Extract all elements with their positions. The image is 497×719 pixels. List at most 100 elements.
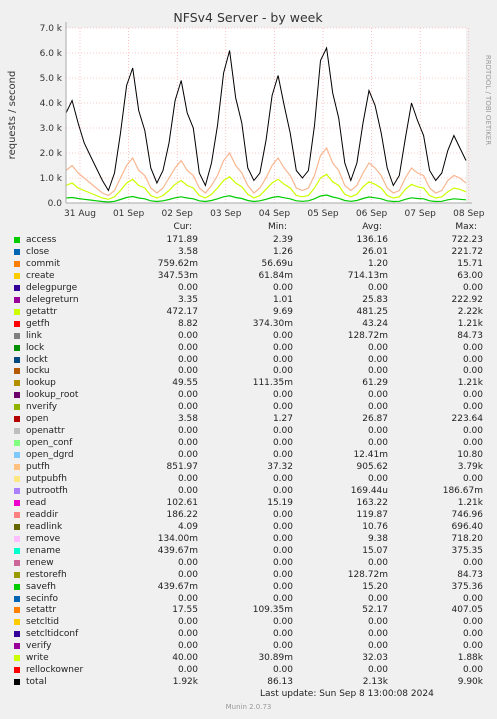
legend-cur-value: 8.82 xyxy=(177,318,198,329)
legend-row-access: access 171.89 2.39 136.16 722.23 xyxy=(0,235,497,247)
legend-swatch xyxy=(14,320,20,327)
legend-max-value: 9.90k xyxy=(457,677,483,688)
legend-min-value: 0.00 xyxy=(272,641,293,652)
legend-header-cur: Cur: xyxy=(173,222,192,232)
x-tick-label: 08 Sep xyxy=(453,209,485,219)
legend-swatch xyxy=(14,392,20,399)
legend-cur-value: 0.00 xyxy=(177,665,198,676)
legend-swatch xyxy=(14,523,20,530)
legend-avg-value: 0.00 xyxy=(367,557,388,568)
legend-swatch xyxy=(14,428,20,435)
legend-cur-value: 0.00 xyxy=(177,330,198,341)
legend-max-value: 407.05 xyxy=(451,605,484,616)
legend-swatch xyxy=(14,499,20,506)
legend-row-setcltidconf: setcltidconf 0.00 0.00 0.00 0.00 xyxy=(0,629,497,641)
legend-cur-value: 0.00 xyxy=(177,593,198,604)
legend-name: close xyxy=(26,246,50,257)
legend-cur-value: 3.58 xyxy=(177,246,198,257)
legend-row-link: link 0.00 0.00 128.72m 84.73 xyxy=(0,331,497,343)
legend-cur-value: 0.00 xyxy=(177,617,198,628)
legend-name: setcltidconf xyxy=(26,629,79,640)
legend-avg-value: 52.17 xyxy=(362,605,388,616)
x-tick-label: 02 Sep xyxy=(162,209,194,219)
legend-swatch xyxy=(14,655,20,662)
legend-row-nverify: nverify 0.00 0.00 0.00 0.00 xyxy=(0,402,497,414)
munin-version: Munin 2.0.73 xyxy=(225,703,272,711)
legend-swatch xyxy=(14,571,20,578)
legend-name: write xyxy=(26,653,49,664)
legend-avg-value: 0.00 xyxy=(367,617,388,628)
legend-cur-value: 0.00 xyxy=(177,450,198,461)
y-tick-label: 4.0 k xyxy=(40,99,63,109)
legend-swatch xyxy=(14,260,20,267)
legend-avg-value: 0.00 xyxy=(367,402,388,413)
legend-row-getfh: getfh 8.82 374.30m 43.24 1.21k xyxy=(0,319,497,331)
legend-min-value: 0.00 xyxy=(272,665,293,676)
legend-row-lockt: lockt 0.00 0.00 0.00 0.00 xyxy=(0,355,497,367)
legend-avg-value: 0.00 xyxy=(367,665,388,676)
legend-avg-value: 0.00 xyxy=(367,390,388,401)
legend-max-value: 0.00 xyxy=(462,366,483,377)
legend-avg-value: 25.83 xyxy=(362,294,388,305)
legend-name: putfh xyxy=(26,462,50,473)
legend-swatch xyxy=(14,272,20,279)
legend-swatch xyxy=(14,476,20,482)
legend-avg-value: 43.24 xyxy=(362,318,388,329)
legend-avg-value: 26.87 xyxy=(362,414,388,425)
legend-swatch xyxy=(14,284,20,291)
legend-max-value: 186.67m xyxy=(442,485,483,496)
legend-max-value: 0.00 xyxy=(462,426,483,437)
legend-name: open_dgrd xyxy=(26,450,74,461)
legend-name: putpubfh xyxy=(26,474,67,484)
legend-min-value: 0.00 xyxy=(272,450,293,461)
legend-cur-value: 0.00 xyxy=(177,641,198,652)
legend-row-putpubfh: putpubfh 0.00 0.00 0.00 0.00 xyxy=(0,474,497,486)
legend-min-value: 0.00 xyxy=(272,282,293,293)
legend-name: rellockowner xyxy=(26,665,84,676)
legend-name: lockt xyxy=(26,354,48,365)
legend-row-remove: remove 134.00m 0.00 9.38 718.20 xyxy=(0,534,497,546)
legend-name: openattr xyxy=(26,426,65,437)
legend-row-locku: locku 0.00 0.00 0.00 0.00 xyxy=(0,366,497,378)
legend-header-avg: Avg: xyxy=(362,222,382,232)
legend-row-read: read 102.61 15.19 163.22 1.21k xyxy=(0,498,497,510)
legend-max-value: 0.00 xyxy=(462,342,483,353)
legend-cur-value: 439.67m xyxy=(157,545,198,556)
legend-name: restorefh xyxy=(26,569,67,580)
legend-max-value: 10.80 xyxy=(457,450,483,461)
legend-swatch xyxy=(14,380,20,387)
legend-name: open_conf xyxy=(26,438,73,449)
x-tick-label: 03 Sep xyxy=(210,209,242,219)
legend-swatch xyxy=(14,344,20,351)
legend-name: setcltid xyxy=(26,617,59,628)
legend-swatch xyxy=(14,440,20,447)
legend-cur-value: 759.62m xyxy=(157,258,198,269)
legend-avg-value: 136.16 xyxy=(356,235,389,245)
legend-name: locku xyxy=(26,366,50,377)
legend-avg-value: 905.62 xyxy=(356,462,389,473)
legend-swatch xyxy=(14,607,20,614)
legend-swatch xyxy=(14,559,20,566)
legend-cur-value: 0.00 xyxy=(177,438,198,449)
legend-name: delegpurge xyxy=(26,282,78,293)
legend-cur-value: 3.35 xyxy=(177,294,198,305)
legend-cur-value: 0.00 xyxy=(177,569,198,580)
legend-min-value: 9.69 xyxy=(272,306,293,317)
legend-row-readdir: readdir 186.22 0.00 119.87 746.96 xyxy=(0,510,497,522)
legend-row-verify: verify 0.00 0.00 0.00 0.00 xyxy=(0,641,497,653)
legend-max-value: 84.73 xyxy=(457,330,483,341)
legend-max-value: 1.21k xyxy=(457,497,483,508)
legend-row-setattr: setattr 17.55 109.35m 52.17 407.05 xyxy=(0,605,497,617)
legend-cur-value: 347.53m xyxy=(157,270,198,281)
legend-max-value: 223.64 xyxy=(451,414,484,425)
legend-cur-value: 3.58 xyxy=(177,414,198,425)
legend-max-value: 0.00 xyxy=(462,593,483,604)
legend-row-total: total 1.92k 86.13 2.13k 9.90k xyxy=(0,677,497,689)
legend-min-value: 0.00 xyxy=(272,474,293,484)
legend-cur-value: 0.00 xyxy=(177,485,198,496)
legend-avg-value: 163.22 xyxy=(356,497,389,508)
legend-avg-value: 9.38 xyxy=(367,533,388,544)
chart: 0.0 1.0 k 2.0 k 3.0 k 4.0 k 5.0 k 6.0 k 7.0 k 31… xyxy=(7,10,492,219)
legend-swatch xyxy=(14,487,20,494)
legend-max-value: 0.00 xyxy=(462,390,483,401)
